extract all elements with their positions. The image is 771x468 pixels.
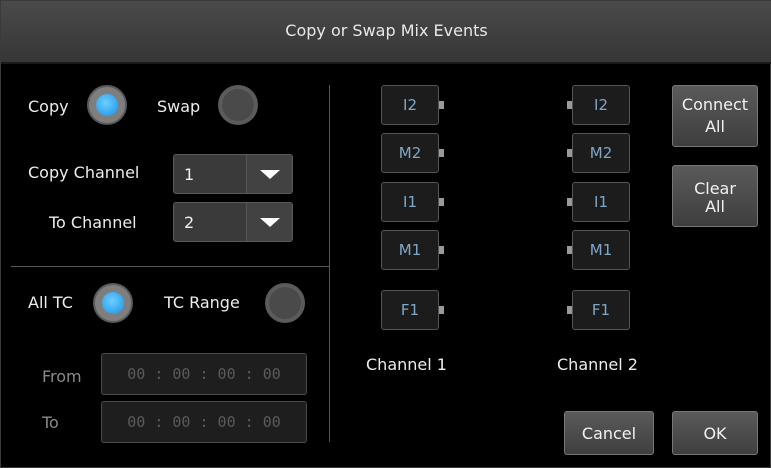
- dialog-title: Copy or Swap Mix Events: [285, 21, 488, 40]
- chevron-down-icon[interactable]: [246, 203, 292, 241]
- from-tc-value: 00 : 00 : 00 : 00: [127, 365, 281, 383]
- to-label: To: [42, 413, 59, 432]
- swap-radio[interactable]: [218, 85, 258, 125]
- event-label: M2: [398, 144, 422, 162]
- ch1-event-f1[interactable]: F1: [381, 290, 444, 330]
- ch2-event-i1[interactable]: I1: [567, 182, 630, 222]
- connector-handle[interactable]: [567, 101, 572, 109]
- to-channel-select[interactable]: 2: [173, 202, 293, 242]
- swap-label: Swap: [157, 97, 201, 116]
- event-label: I2: [403, 96, 417, 114]
- connector-handle[interactable]: [439, 306, 444, 314]
- copy-radio[interactable]: [87, 85, 127, 125]
- ch2-event-f1[interactable]: F1: [567, 290, 630, 330]
- to-tc-value: 00 : 00 : 00 : 00: [127, 413, 281, 431]
- event-label: M2: [589, 144, 613, 162]
- column-divider: [329, 85, 330, 442]
- all-tc-radio[interactable]: [93, 283, 133, 323]
- connector-handle[interactable]: [567, 246, 572, 254]
- connect-all-line2: All: [705, 117, 725, 136]
- connector-handle[interactable]: [439, 246, 444, 254]
- title-bar: Copy or Swap Mix Events: [1, 1, 771, 64]
- event-label: M1: [589, 241, 613, 259]
- copy-swap-dialog: Copy or Swap Mix Events Copy Swap Copy C…: [0, 0, 771, 468]
- ok-button[interactable]: OK: [672, 411, 758, 455]
- copy-label: Copy: [28, 97, 69, 116]
- event-label: I2: [594, 96, 608, 114]
- connect-all-line1: Connect: [681, 95, 749, 114]
- event-label: M1: [398, 241, 422, 259]
- to-channel-value: 2: [184, 213, 195, 232]
- tc-range-label: TC Range: [164, 293, 240, 312]
- to-channel-label: To Channel: [49, 213, 137, 232]
- ch1-event-m1[interactable]: M1: [381, 230, 444, 270]
- channel-1-label: Channel 1: [366, 355, 447, 374]
- event-label: F1: [400, 301, 420, 319]
- ch1-event-m2[interactable]: M2: [381, 133, 444, 173]
- event-label: I1: [403, 193, 417, 211]
- event-label: F1: [591, 301, 611, 319]
- connector-handle[interactable]: [567, 306, 572, 314]
- ch2-event-m2[interactable]: M2: [567, 133, 630, 173]
- ch2-event-m1[interactable]: M1: [567, 230, 630, 270]
- clear-all-line2: All: [705, 197, 725, 216]
- from-tc-field[interactable]: 00 : 00 : 00 : 00: [101, 353, 307, 395]
- copy-channel-label: Copy Channel: [28, 163, 140, 182]
- section-divider: [11, 266, 329, 267]
- connector-handle[interactable]: [567, 149, 572, 157]
- copy-channel-select[interactable]: 1: [173, 154, 293, 194]
- cancel-button[interactable]: Cancel: [564, 411, 654, 455]
- tc-range-radio[interactable]: [265, 283, 305, 323]
- connector-handle[interactable]: [439, 198, 444, 206]
- chevron-down-icon[interactable]: [246, 155, 292, 193]
- connector-handle[interactable]: [439, 149, 444, 157]
- connect-all-button[interactable]: Connect All: [672, 85, 758, 147]
- event-label: I1: [594, 193, 608, 211]
- channel-2-label: Channel 2: [557, 355, 638, 374]
- ch2-event-i2[interactable]: I2: [567, 85, 630, 125]
- connector-handle[interactable]: [567, 198, 572, 206]
- from-label: From: [42, 367, 82, 386]
- ch1-event-i2[interactable]: I2: [381, 85, 444, 125]
- cancel-label: Cancel: [581, 424, 637, 443]
- ok-label: OK: [703, 424, 727, 443]
- clear-all-button[interactable]: Clear All: [672, 165, 758, 227]
- all-tc-label: All TC: [28, 293, 73, 312]
- to-tc-field[interactable]: 00 : 00 : 00 : 00: [101, 401, 307, 443]
- connector-handle[interactable]: [439, 101, 444, 109]
- ch1-event-i1[interactable]: I1: [381, 182, 444, 222]
- copy-channel-value: 1: [184, 165, 195, 184]
